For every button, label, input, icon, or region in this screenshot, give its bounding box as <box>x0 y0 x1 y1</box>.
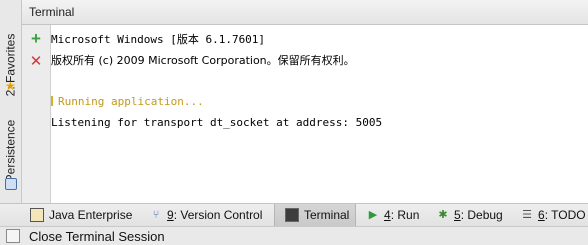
bottom-tool-tabs: Java Enterprise ⑂ 9: Version Control Ter… <box>0 203 588 226</box>
terminal-line: Microsoft Windows [版本 6.1.7601] <box>51 33 266 46</box>
tab-version-control[interactable]: ⑂ 9: Version Control <box>150 204 263 226</box>
version-control-icon: ⑂ <box>152 209 160 221</box>
terminal-line: Listening for transport dt_socket at add… <box>51 116 383 129</box>
persistence-tab-label: Persistence <box>3 119 18 183</box>
persistence-icon <box>5 178 17 190</box>
tab-label: Java Enterprise <box>49 208 133 222</box>
panel-title-bar: Terminal <box>22 0 588 25</box>
java-enterprise-icon <box>30 208 44 222</box>
tab-todo[interactable]: ☰ 6: TODO <box>521 204 586 226</box>
run-icon: ▶ <box>368 209 378 221</box>
terminal-line-running: Running application... <box>51 95 204 108</box>
tab-label: Terminal <box>304 208 350 222</box>
status-text: Close Terminal Session <box>29 228 165 244</box>
tab-java-enterprise[interactable]: Java Enterprise <box>30 204 132 226</box>
tab-label: : Version Control <box>173 208 263 222</box>
close-session-button[interactable]: ✕ <box>28 54 44 70</box>
tab-label: : Run <box>390 208 420 222</box>
close-icon: ✕ <box>29 53 43 70</box>
tab-mnemonic: 4 <box>384 208 391 222</box>
todo-icon: ☰ <box>522 209 532 221</box>
panel-title: Terminal <box>29 5 75 19</box>
terminal-output[interactable]: Microsoft Windows [版本 6.1.7601] 版权所有 (c)… <box>51 25 588 203</box>
tab-mnemonic: 5 <box>454 208 461 222</box>
tab-mnemonic: 6 <box>538 208 545 222</box>
tab-mnemonic: 9 <box>167 208 174 222</box>
tab-label: : Debug <box>460 208 503 222</box>
status-bar: Close Terminal Session <box>0 226 588 245</box>
terminal-line: 版权所有 (c) 2009 Microsoft Corporation。保留所有… <box>51 54 355 67</box>
tab-label: : TODO <box>544 208 586 222</box>
tab-debug[interactable]: ✱ 5: Debug <box>437 204 503 226</box>
left-tool-strip: 2: Favorites ★ Persistence <box>0 0 22 203</box>
new-session-button[interactable]: + <box>28 29 44 48</box>
tool-windows-toggle[interactable] <box>6 229 20 243</box>
terminal-icon <box>285 208 299 222</box>
star-icon: ★ <box>5 79 16 93</box>
plus-icon: + <box>31 29 41 48</box>
tab-terminal[interactable]: Terminal <box>274 204 356 226</box>
tab-run[interactable]: ▶ 4: Run <box>367 204 420 226</box>
debug-icon: ✱ <box>438 209 448 221</box>
terminal-toolbar: + ✕ <box>22 25 51 203</box>
